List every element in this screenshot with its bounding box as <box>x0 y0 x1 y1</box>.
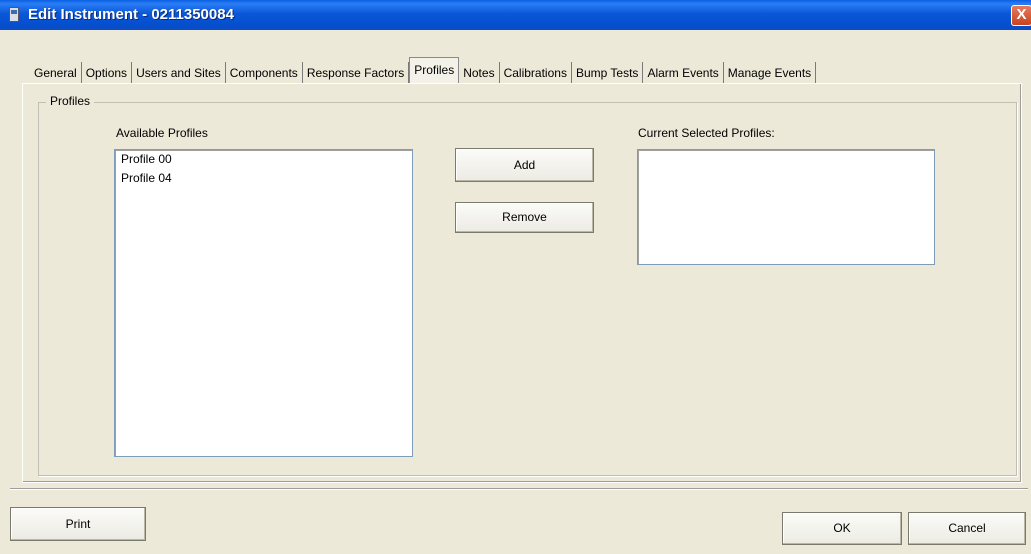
current-selected-profiles-list[interactable] <box>637 149 935 265</box>
ok-button[interactable]: OK <box>782 512 902 545</box>
available-profiles-list[interactable]: Profile 00 Profile 04 <box>114 149 413 457</box>
tab-general[interactable]: General <box>30 62 82 84</box>
list-item[interactable]: Profile 00 <box>115 150 412 169</box>
close-icon: X <box>1016 6 1027 23</box>
tab-calibrations[interactable]: Calibrations <box>500 62 572 84</box>
print-button[interactable]: Print <box>10 507 146 541</box>
remove-button[interactable]: Remove <box>455 202 594 233</box>
tab-strip: General Options Users and Sites Componen… <box>30 57 817 84</box>
tab-users-and-sites[interactable]: Users and Sites <box>132 62 226 84</box>
title-bar[interactable]: Edit Instrument - 0211350084 X <box>0 0 1031 30</box>
window-title: Edit Instrument - 0211350084 <box>28 6 234 23</box>
list-item[interactable]: Profile 04 <box>115 169 412 188</box>
tab-alarm-events[interactable]: Alarm Events <box>643 62 724 84</box>
instrument-icon <box>9 7 19 22</box>
tab-profiles[interactable]: Profiles <box>409 57 460 84</box>
footer-divider <box>10 488 1028 490</box>
tab-response-factors[interactable]: Response Factors <box>303 62 410 84</box>
tab-manage-events[interactable]: Manage Events <box>724 62 817 84</box>
add-button[interactable]: Add <box>455 148 594 182</box>
tab-components[interactable]: Components <box>226 62 303 84</box>
tab-options[interactable]: Options <box>82 62 133 84</box>
tab-bump-tests[interactable]: Bump Tests <box>572 62 644 84</box>
close-button[interactable]: X <box>1011 5 1031 26</box>
available-profiles-label: Available Profiles <box>116 126 208 140</box>
current-selected-profiles-label: Current Selected Profiles: <box>638 126 775 140</box>
cancel-button[interactable]: Cancel <box>908 512 1026 545</box>
profiles-group-legend: Profiles <box>46 94 95 108</box>
tab-notes[interactable]: Notes <box>459 62 500 84</box>
